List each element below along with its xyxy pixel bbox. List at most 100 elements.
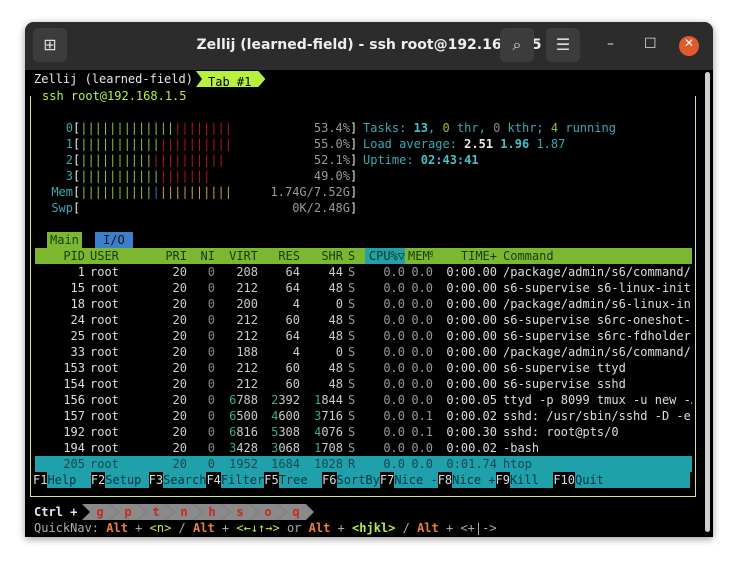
cell-time: 0:00.00 [446,297,497,311]
fkey-f9[interactable]: F9 [495,472,510,488]
column-pid[interactable]: PID [35,248,85,264]
column-s[interactable]: S [348,248,358,264]
cell-command: s6-supervise ttyd [503,361,626,375]
cell-pri: 20 [172,281,187,295]
fkey-f7[interactable]: F7 [379,472,395,488]
process-row[interactable]: 205 root 20 0 1952 1684 1028 R 0.0 0.0 0:01.74 htop [35,456,692,472]
process-row[interactable]: 33 root 20 0 188 4 0 S 0.0 0.0 0:00.00/package/adm… [35,344,692,360]
maximize-button[interactable]: ☐ [644,36,657,52]
cell-command: s6-supervise s6rc-oneshot-r [503,313,692,327]
cell-s: S [348,377,356,391]
cpu-meter-label: 1 [65,137,73,151]
fkey-f7-label[interactable]: Nice - [394,472,437,488]
cell-pri: 20 [172,441,187,455]
process-row[interactable]: 157 root 20 0 6500 4600 3716 S 0.0 0.1 0:00.02 sshd… [35,408,692,424]
fkey-f2[interactable]: F2 [90,472,106,488]
cell-s: S [348,409,356,423]
fkey-f3-label[interactable]: Search [163,472,206,488]
cell-pri: 20 [172,457,187,471]
cell-command: s6-supervise s6rc-fdholder [503,329,691,343]
process-row[interactable]: 192 root 20 0 6816 5308 4076 S 0.0 0.1 0:00.30 sshd… [35,424,692,440]
fkey-f4-label[interactable]: Filter [221,472,264,488]
fkey-f4[interactable]: F4 [206,472,221,488]
fkey-f5[interactable]: F5 [264,472,279,488]
fkey-f3[interactable]: F3 [148,472,164,488]
cell-res: 60 [285,361,300,375]
cell-s: S [348,297,356,311]
column-user[interactable]: USER [90,248,150,264]
cell-mem: 0.0 [411,441,433,455]
process-row[interactable]: 153 root 20 0 212 60 48 S 0.0 0.0 0:00.00 s6-superv… [35,360,692,376]
fkey-f1-label[interactable]: Help [47,472,90,488]
cpu-meter-bar: [||||||||||||||||||||| [73,137,232,151]
fkey-f5-label[interactable]: Tree [279,472,322,488]
column-virt[interactable]: VIRT [218,248,258,264]
swap-meter-label: Swp [51,201,73,215]
column-command[interactable]: Command [503,248,692,264]
column-pri[interactable]: PRI [157,248,187,264]
cell-shr: 1708 [314,441,343,455]
column-time[interactable]: TIME+ [440,248,497,264]
column-ni[interactable]: NI [195,248,215,264]
fkey-f8[interactable]: F8 [437,472,453,488]
column-res[interactable]: RES [260,248,300,264]
cell-virt: 208 [236,265,258,279]
column-mem[interactable]: MEM% [408,248,433,264]
cell-s: S [348,329,356,343]
process-row[interactable]: 15 root 20 0 212 64 48 S 0.0 0.0 0:00.00 s6-supervi… [35,280,692,296]
cell-cpu: 0.0 [383,457,405,471]
cell-s: S [348,393,356,407]
process-row[interactable]: 194 root 20 0 3428 3068 1708 S 0.0 0.0 0:00.02 -bas… [35,440,692,456]
fkey-f9-label[interactable]: Kill [510,472,553,488]
column-shr[interactable]: SHR [303,248,343,264]
cell-virt: 6500 [229,409,258,423]
fkey-f2-label[interactable]: Setup [105,472,148,488]
menu-button[interactable]: ☰ [546,28,580,62]
fkey-f6[interactable]: F6 [322,472,337,488]
process-row[interactable]: 154 root 20 0 212 60 48 S 0.0 0.0 0:00.00 s6-superv… [35,376,692,392]
cpu-meter-label: 3 [65,169,73,183]
bracket: ] [350,121,358,135]
process-row[interactable]: 24 root 20 0 212 60 48 S 0.0 0.0 0:00.00 s6-supervi… [35,312,692,328]
process-row[interactable]: 1 root 20 0 208 64 44 S 0.0 0.0 0:00.00/package/ad… [35,264,692,280]
cell-ni: 0 [207,281,215,295]
close-button[interactable]: ✕ [679,36,699,56]
process-row[interactable]: 156 root 20 0 6788 2392 1844 S 0.0 0.0 0:00.05 ttyd… [35,392,692,408]
cell-mem: 0.0 [411,457,433,471]
fkey-f8-label[interactable]: Nice + [452,472,495,488]
cell-user: root [90,297,119,311]
column-cpu[interactable]: CPU%▽ [365,248,405,264]
fkey-f10-label[interactable]: Quit [575,472,604,488]
hamburger-icon: ☰ [555,35,571,54]
cell-pri: 20 [172,329,187,343]
cell-ni: 0 [207,361,215,375]
cell-s: S [348,425,356,439]
search-button[interactable]: ⌕ [500,28,534,62]
process-row[interactable]: 25 root 20 0 212 64 48 S 0.0 0.0 0:00.00 s6-supervi… [35,328,692,344]
tab-1[interactable]: Tab #1 [196,71,265,87]
cell-pri: 20 [172,361,187,375]
ctrl-label: Ctrl + [34,505,78,519]
mem-meter-value: 1.74G/7.52G [270,185,350,199]
cell-cpu: 0.0 [383,409,405,423]
cell-command: /package/admin/s6/command/s [503,345,692,359]
cell-s: S [348,313,356,327]
fkey-f1[interactable]: F1 [33,472,48,488]
tab-main[interactable]: Main [47,232,82,248]
minimize-button[interactable]: – [607,36,614,52]
fkey-f6-label[interactable]: SortBy [337,472,380,488]
process-row[interactable]: 18 root 20 0 200 4 0 S 0.0 0.0 0:00.00/package/adm… [35,296,692,312]
tab-io[interactable]: I/O [95,232,133,248]
cell-cpu: 0.0 [383,329,405,343]
fkey-f10[interactable]: F10 [553,472,575,488]
cell-pid: 15 [70,281,85,295]
cell-shr: 44 [328,265,343,279]
cell-command: sshd: /usr/sbin/sshd -D -e [503,409,691,423]
cell-shr: 48 [328,361,343,375]
cell-ni: 0 [207,329,215,343]
cell-mem: 0.0 [411,393,433,407]
cell-ni: 0 [207,441,215,455]
scrollbar[interactable] [705,72,710,532]
cell-user: root [90,361,119,375]
cell-ni: 0 [207,377,215,391]
